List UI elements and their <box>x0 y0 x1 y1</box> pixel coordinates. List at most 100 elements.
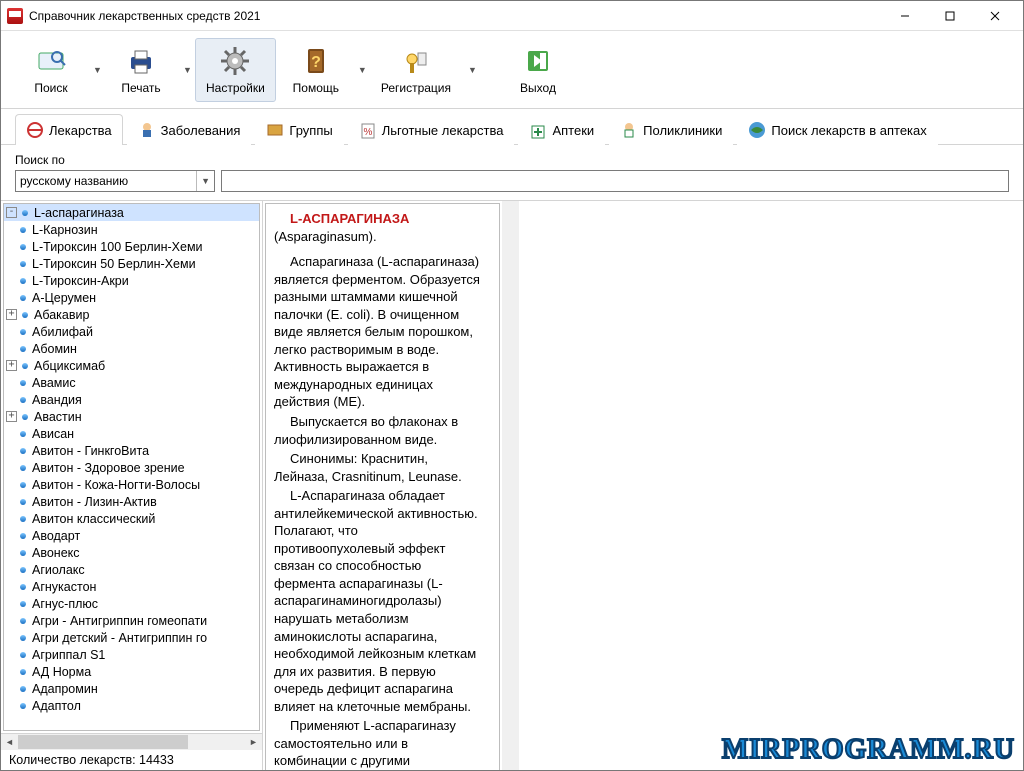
tab-label: Льготные лекарства <box>382 123 504 138</box>
tree-item[interactable]: Авонекс <box>4 544 259 561</box>
bullet-icon <box>20 244 26 250</box>
titlebar[interactable]: Справочник лекарственных средств 2021 <box>1 1 1023 31</box>
tree-item[interactable]: Ависан <box>4 425 259 442</box>
tree-item-label: Абомин <box>32 342 77 356</box>
tree-item-label: Агиолакс <box>32 563 85 577</box>
drug-tree[interactable]: -L-аспарагиназаL-Карнозин L-Тироксин 100 … <box>3 203 260 731</box>
tree-item[interactable]: Агри детский - Антигриппин го <box>4 629 259 646</box>
tab-clinics[interactable]: Поликлиники <box>609 114 733 145</box>
tree-item[interactable]: Авандия <box>4 391 259 408</box>
tab-label: Аптеки <box>552 123 594 138</box>
bullet-icon <box>20 601 26 607</box>
tree-item[interactable]: Авитон классический <box>4 510 259 527</box>
tree-item[interactable]: L-Тироксин 50 Берлин-Хеми <box>4 255 259 272</box>
tab-label: Лекарства <box>49 123 112 138</box>
tree-item[interactable]: Аводарт <box>4 527 259 544</box>
tree-item[interactable]: Адаптол <box>4 697 259 714</box>
toolbar-register-dropdown[interactable]: ▼ <box>466 65 476 75</box>
scroll-thumb[interactable] <box>18 735 188 749</box>
scroll-left-icon[interactable]: ◄ <box>1 737 18 747</box>
tab-benefit[interactable]: %Льготные лекарства <box>348 114 515 145</box>
tree-item[interactable]: Авитон - Кожа-Ногти-Волосы <box>4 476 259 493</box>
bullet-icon <box>20 567 26 573</box>
chevron-down-icon: ▼ <box>196 171 210 191</box>
tree-item[interactable]: А-Церумен <box>4 289 259 306</box>
tree-item[interactable]: +Авастин <box>4 408 259 425</box>
tree-item[interactable]: Авитон - Здоровое зрение <box>4 459 259 476</box>
tab-drugs[interactable]: Лекарства <box>15 114 123 145</box>
toolbar-settings-button[interactable]: Настройки <box>195 38 276 102</box>
bullet-icon <box>20 533 26 539</box>
tree-item[interactable]: L-Тироксин 100 Берлин-Хеми <box>4 238 259 255</box>
scroll-right-icon[interactable]: ► <box>245 737 262 747</box>
minimize-button[interactable] <box>882 2 927 30</box>
tree-item[interactable]: АД Норма <box>4 663 259 680</box>
toolbar-register-button[interactable]: Регистрация <box>370 38 462 102</box>
maximize-button[interactable] <box>927 2 972 30</box>
tree-item[interactable]: Авамис <box>4 374 259 391</box>
tree-item[interactable]: Авитон - ГинкгоВита <box>4 442 259 459</box>
tree-item[interactable]: L-Тироксин-Акри <box>4 272 259 289</box>
section-tabbar: Лекарства ЗаболеванияГруппы%Льготные лека… <box>1 109 1023 145</box>
expand-plus-icon[interactable]: + <box>6 360 17 371</box>
tab-groups[interactable]: Группы <box>255 114 343 145</box>
toolbar-help-button[interactable]: ?Помощь <box>280 38 352 102</box>
bullet-icon <box>20 652 26 658</box>
search-mode-select[interactable]: русскому названию ▼ <box>15 170 215 192</box>
search-input[interactable] <box>221 170 1009 192</box>
tree-item[interactable]: Абомин <box>4 340 259 357</box>
close-button[interactable] <box>972 2 1017 30</box>
expand-plus-icon[interactable]: + <box>6 411 17 422</box>
bullet-icon <box>22 312 28 318</box>
tree-item[interactable]: -L-аспарагиназа <box>4 204 259 221</box>
tab-pharmacies[interactable]: Аптеки <box>518 114 605 145</box>
tab-diseases[interactable]: Заболевания <box>127 114 252 145</box>
tree-item[interactable]: Авитон - Лизин-Актив <box>4 493 259 510</box>
tree-item-label: L-Тироксин 100 Берлин-Хеми <box>32 240 203 254</box>
expand-minus-icon[interactable]: - <box>6 207 17 218</box>
tree-item[interactable]: +Абциксимаб <box>4 357 259 374</box>
tree-item-label: Авитон - Лизин-Актив <box>32 495 157 509</box>
tab-pharmsearch[interactable]: Поиск лекарств в аптеках <box>737 114 937 145</box>
tree-item[interactable]: +Абакавир <box>4 306 259 323</box>
tree-item[interactable]: Агриппал S1 <box>4 646 259 663</box>
bullet-icon <box>20 261 26 267</box>
tree-item-label: L-Тироксин-Акри <box>32 274 129 288</box>
toolbar-search-dropdown[interactable]: ▼ <box>91 65 101 75</box>
tree-item-label: Авитон - ГинкгоВита <box>32 444 149 458</box>
tree-item-label: АД Норма <box>32 665 91 679</box>
toolbar-print-button[interactable]: Печать <box>105 38 177 102</box>
content-area: -L-аспарагиназаL-Карнозин L-Тироксин 100 … <box>1 201 1023 770</box>
bullet-icon <box>20 295 26 301</box>
tree-status: Количество лекарств: 14433 <box>1 750 262 770</box>
tab-label: Поликлиники <box>643 123 722 138</box>
tree-item[interactable]: Абилифай <box>4 323 259 340</box>
bullet-icon <box>20 346 26 352</box>
toolbar-exit-button[interactable]: Выход <box>502 38 574 102</box>
toolbar-help-dropdown[interactable]: ▼ <box>356 65 366 75</box>
tree-hscrollbar[interactable]: ◄ ► <box>1 733 262 750</box>
toolbar-print-dropdown[interactable]: ▼ <box>181 65 191 75</box>
main-toolbar: Поиск ▼ Печать ▼ Настройки?Помощь ▼ Регистраци… <box>1 31 1023 109</box>
tree-item[interactable]: Адапромин <box>4 680 259 697</box>
window-title: Справочник лекарственных средств 2021 <box>29 9 882 23</box>
tree-item-label: А-Церумен <box>32 291 96 305</box>
toolbar-label: Поиск <box>34 81 67 95</box>
drug-article[interactable]: L-АСПАРАГИНАЗА (Asparaginasum).Аспарагин… <box>265 203 500 770</box>
tree-item[interactable]: Агри - Антигриппин гомеопати <box>4 612 259 629</box>
article-vscrollbar[interactable] <box>502 201 519 770</box>
tree-item[interactable]: Агнукастон <box>4 578 259 595</box>
tree-item[interactable]: L-Карнозин <box>4 221 259 238</box>
tree-item[interactable]: Агнус-плюс <box>4 595 259 612</box>
tree-item[interactable]: Агиолакс <box>4 561 259 578</box>
expand-plus-icon[interactable]: + <box>6 309 17 320</box>
bullet-icon <box>20 686 26 692</box>
toolbar-search-button[interactable]: Поиск <box>15 38 87 102</box>
bullet-icon <box>20 448 26 454</box>
bullet-icon <box>20 380 26 386</box>
tree-item-label: Агри - Антигриппин гомеопати <box>32 614 207 628</box>
tree-item-label: Аводарт <box>32 529 80 543</box>
bullet-icon <box>20 397 26 403</box>
tree-item-label: Авитон - Здоровое зрение <box>32 461 185 475</box>
tree-item-label: L-Тироксин 50 Берлин-Хеми <box>32 257 196 271</box>
